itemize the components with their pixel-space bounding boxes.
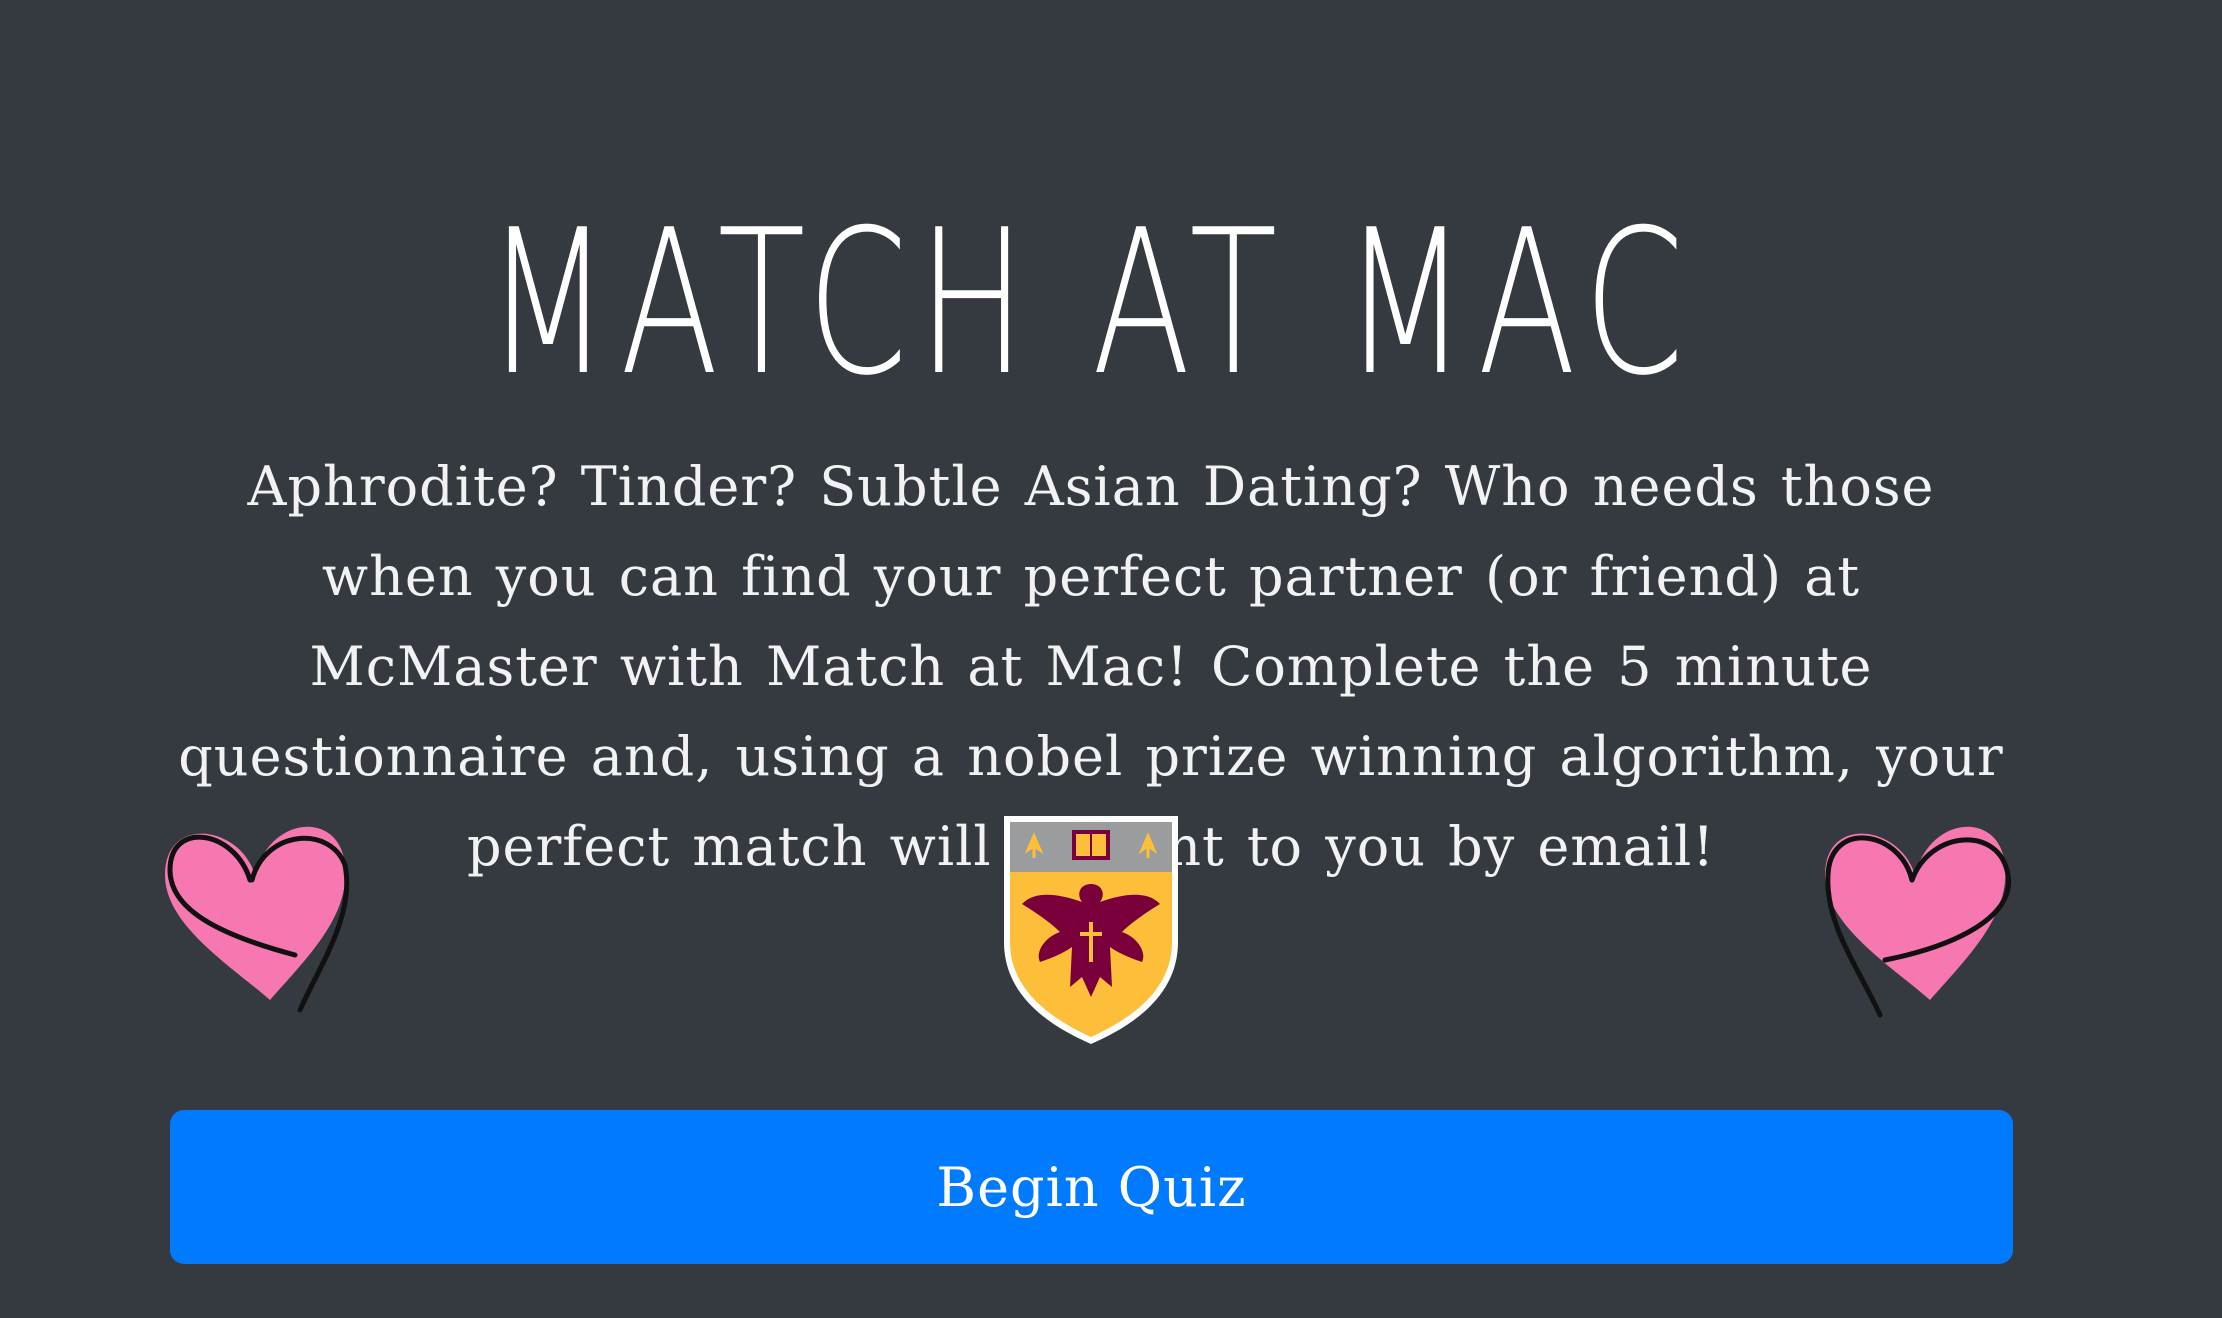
mcmaster-crest-icon [1004, 816, 1178, 1044]
page-title: MATCH AT MAC [485, 187, 1695, 420]
heart-icon [165, 826, 350, 1013]
begin-quiz-button[interactable]: Begin Quiz [170, 1110, 2013, 1264]
heart-icon [1825, 826, 2012, 1018]
